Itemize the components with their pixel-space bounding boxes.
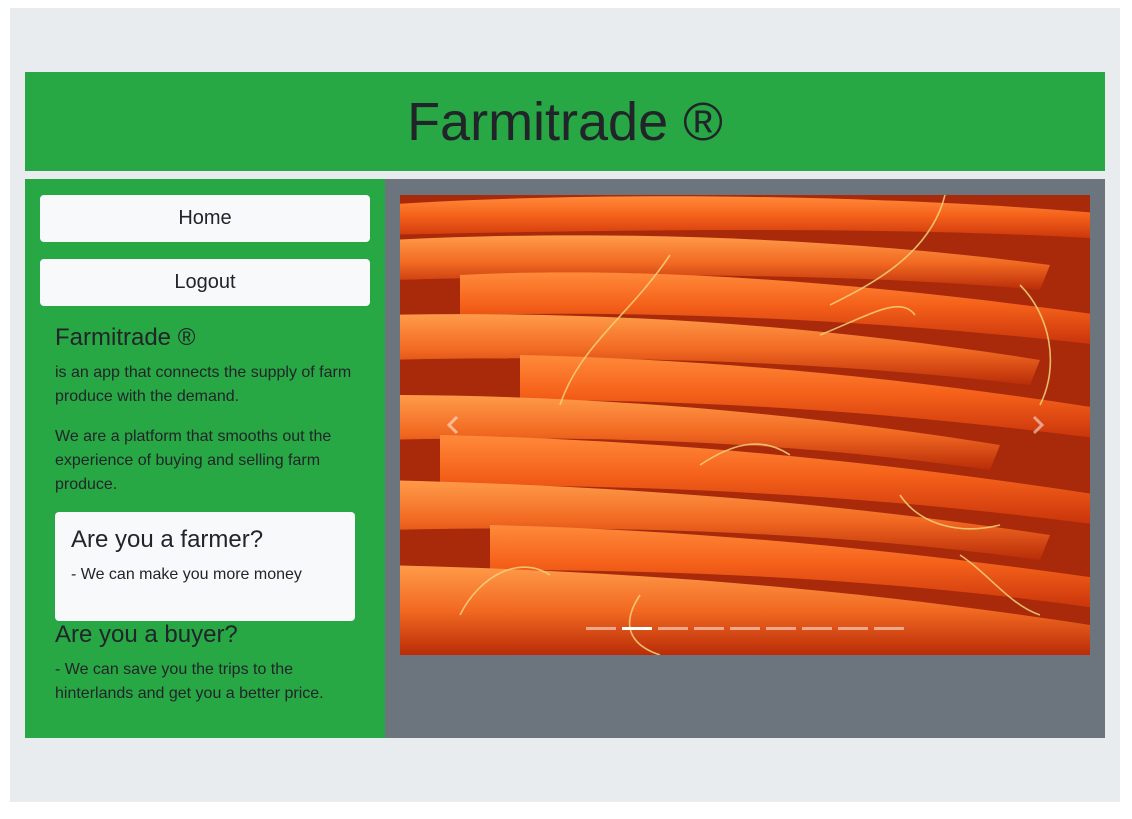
carousel-indicator[interactable] xyxy=(874,627,904,630)
carousel-indicator[interactable] xyxy=(658,627,688,630)
about-title: Farmitrade ® xyxy=(55,324,196,351)
site-title: Farmitrade ® xyxy=(407,91,723,152)
buyer-title: Are you a buyer? xyxy=(55,621,238,648)
about-platform-text: We are a platform that smooths out the e… xyxy=(55,428,332,493)
image-carousel[interactable] xyxy=(400,195,1090,655)
carousel-indicator[interactable] xyxy=(730,627,760,630)
chevron-right-icon xyxy=(1032,415,1044,435)
about-description: is an app that connects the supply of fa… xyxy=(55,364,352,405)
carousel-indicators xyxy=(400,627,1090,630)
carousel-prev-button[interactable] xyxy=(400,195,505,655)
page-container: Farmitrade ® Home Logout Farmitrade ® is… xyxy=(10,8,1120,802)
chevron-left-icon xyxy=(446,415,458,435)
about-section: Farmitrade ® is an app that connects the… xyxy=(55,323,355,513)
carousel-indicator[interactable] xyxy=(766,627,796,630)
carousel-indicator[interactable] xyxy=(838,627,868,630)
carousel-next-button[interactable] xyxy=(985,195,1090,655)
carousel-indicator[interactable] xyxy=(586,627,616,630)
home-button[interactable]: Home xyxy=(40,195,370,242)
sidebar: Home Logout Farmitrade ® is an app that … xyxy=(25,179,385,738)
farmer-title: Are you a farmer? xyxy=(71,526,264,553)
carousel-indicator[interactable] xyxy=(694,627,724,630)
main-panel xyxy=(385,179,1105,738)
carousel-indicator[interactable] xyxy=(802,627,832,630)
carousel-indicator-active[interactable] xyxy=(622,627,652,630)
logout-button[interactable]: Logout xyxy=(40,259,370,306)
buyer-text: - We can save you the trips to the hinte… xyxy=(55,661,324,702)
buyer-section: Are you a buyer? - We can save you the t… xyxy=(55,620,355,706)
farmer-text: - We can make you more money xyxy=(71,566,302,583)
site-header: Farmitrade ® xyxy=(25,72,1105,171)
farmer-card: Are you a farmer? - We can make you more… xyxy=(55,512,355,621)
